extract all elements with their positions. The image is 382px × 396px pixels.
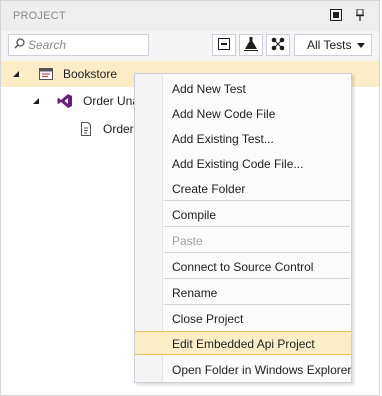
collapse-icon	[218, 37, 230, 53]
toolbar: All Tests	[1, 31, 379, 61]
expanded-arrow-icon[interactable]	[13, 71, 19, 77]
menu-separator	[164, 226, 350, 227]
menu-separator	[164, 304, 350, 305]
project-icon	[38, 66, 54, 82]
panel-header: PROJECT	[1, 1, 379, 31]
flask-icon	[244, 36, 258, 54]
test-filter-dropdown[interactable]: All Tests	[294, 34, 372, 56]
menu-item-rename[interactable]: Rename	[135, 280, 351, 304]
menu-item-open-folder-in-windows-explorer[interactable]: Open Folder in Windows Explorer	[135, 357, 351, 381]
visual-studio-icon	[57, 93, 73, 109]
menu-item-add-new-test[interactable]: Add New Test	[135, 76, 351, 100]
expanded-arrow-icon[interactable]	[33, 98, 39, 104]
panel-title: PROJECT	[13, 10, 66, 22]
code-file-icon	[78, 121, 94, 137]
tree-item-label: Order	[103, 122, 134, 136]
maximize-icon	[330, 8, 342, 24]
menu-item-add-new-code-file[interactable]: Add New Code File	[135, 101, 351, 125]
pin-icon	[354, 8, 366, 24]
search-icon	[14, 38, 25, 52]
menu-separator	[164, 200, 350, 201]
context-menu: Add New Test Add New Code File Add Exist…	[134, 73, 352, 383]
menu-item-create-folder[interactable]: Create Folder	[135, 176, 351, 200]
pin-button[interactable]	[352, 8, 368, 24]
tree-item-label: Bookstore	[63, 67, 118, 81]
menu-separator	[164, 278, 350, 279]
menu-item-close-project[interactable]: Close Project	[135, 306, 351, 330]
menu-item-add-existing-test[interactable]: Add Existing Test...	[135, 126, 351, 150]
menu-item-add-existing-code-file[interactable]: Add Existing Code File...	[135, 151, 351, 175]
graph-icon	[271, 37, 285, 54]
menu-item-edit-embedded-api-project[interactable]: Edit Embedded Api Project	[135, 331, 351, 355]
menu-separator	[164, 252, 350, 253]
menu-item-connect-to-source-control[interactable]: Connect to Source Control	[135, 254, 351, 278]
menu-item-compile[interactable]: Compile	[135, 202, 351, 226]
tree-item-label: Order Una	[83, 94, 140, 108]
menu-item-paste: Paste	[172, 234, 203, 248]
maximize-button[interactable]	[328, 8, 344, 24]
dependency-view-button[interactable]	[266, 34, 290, 56]
search-box[interactable]	[8, 34, 149, 56]
test-filter-value: All Tests	[307, 38, 352, 52]
show-tests-button[interactable]	[239, 34, 263, 56]
collapse-all-button[interactable]	[212, 34, 236, 56]
chevron-down-icon	[357, 43, 365, 48]
search-input[interactable]	[28, 38, 146, 52]
